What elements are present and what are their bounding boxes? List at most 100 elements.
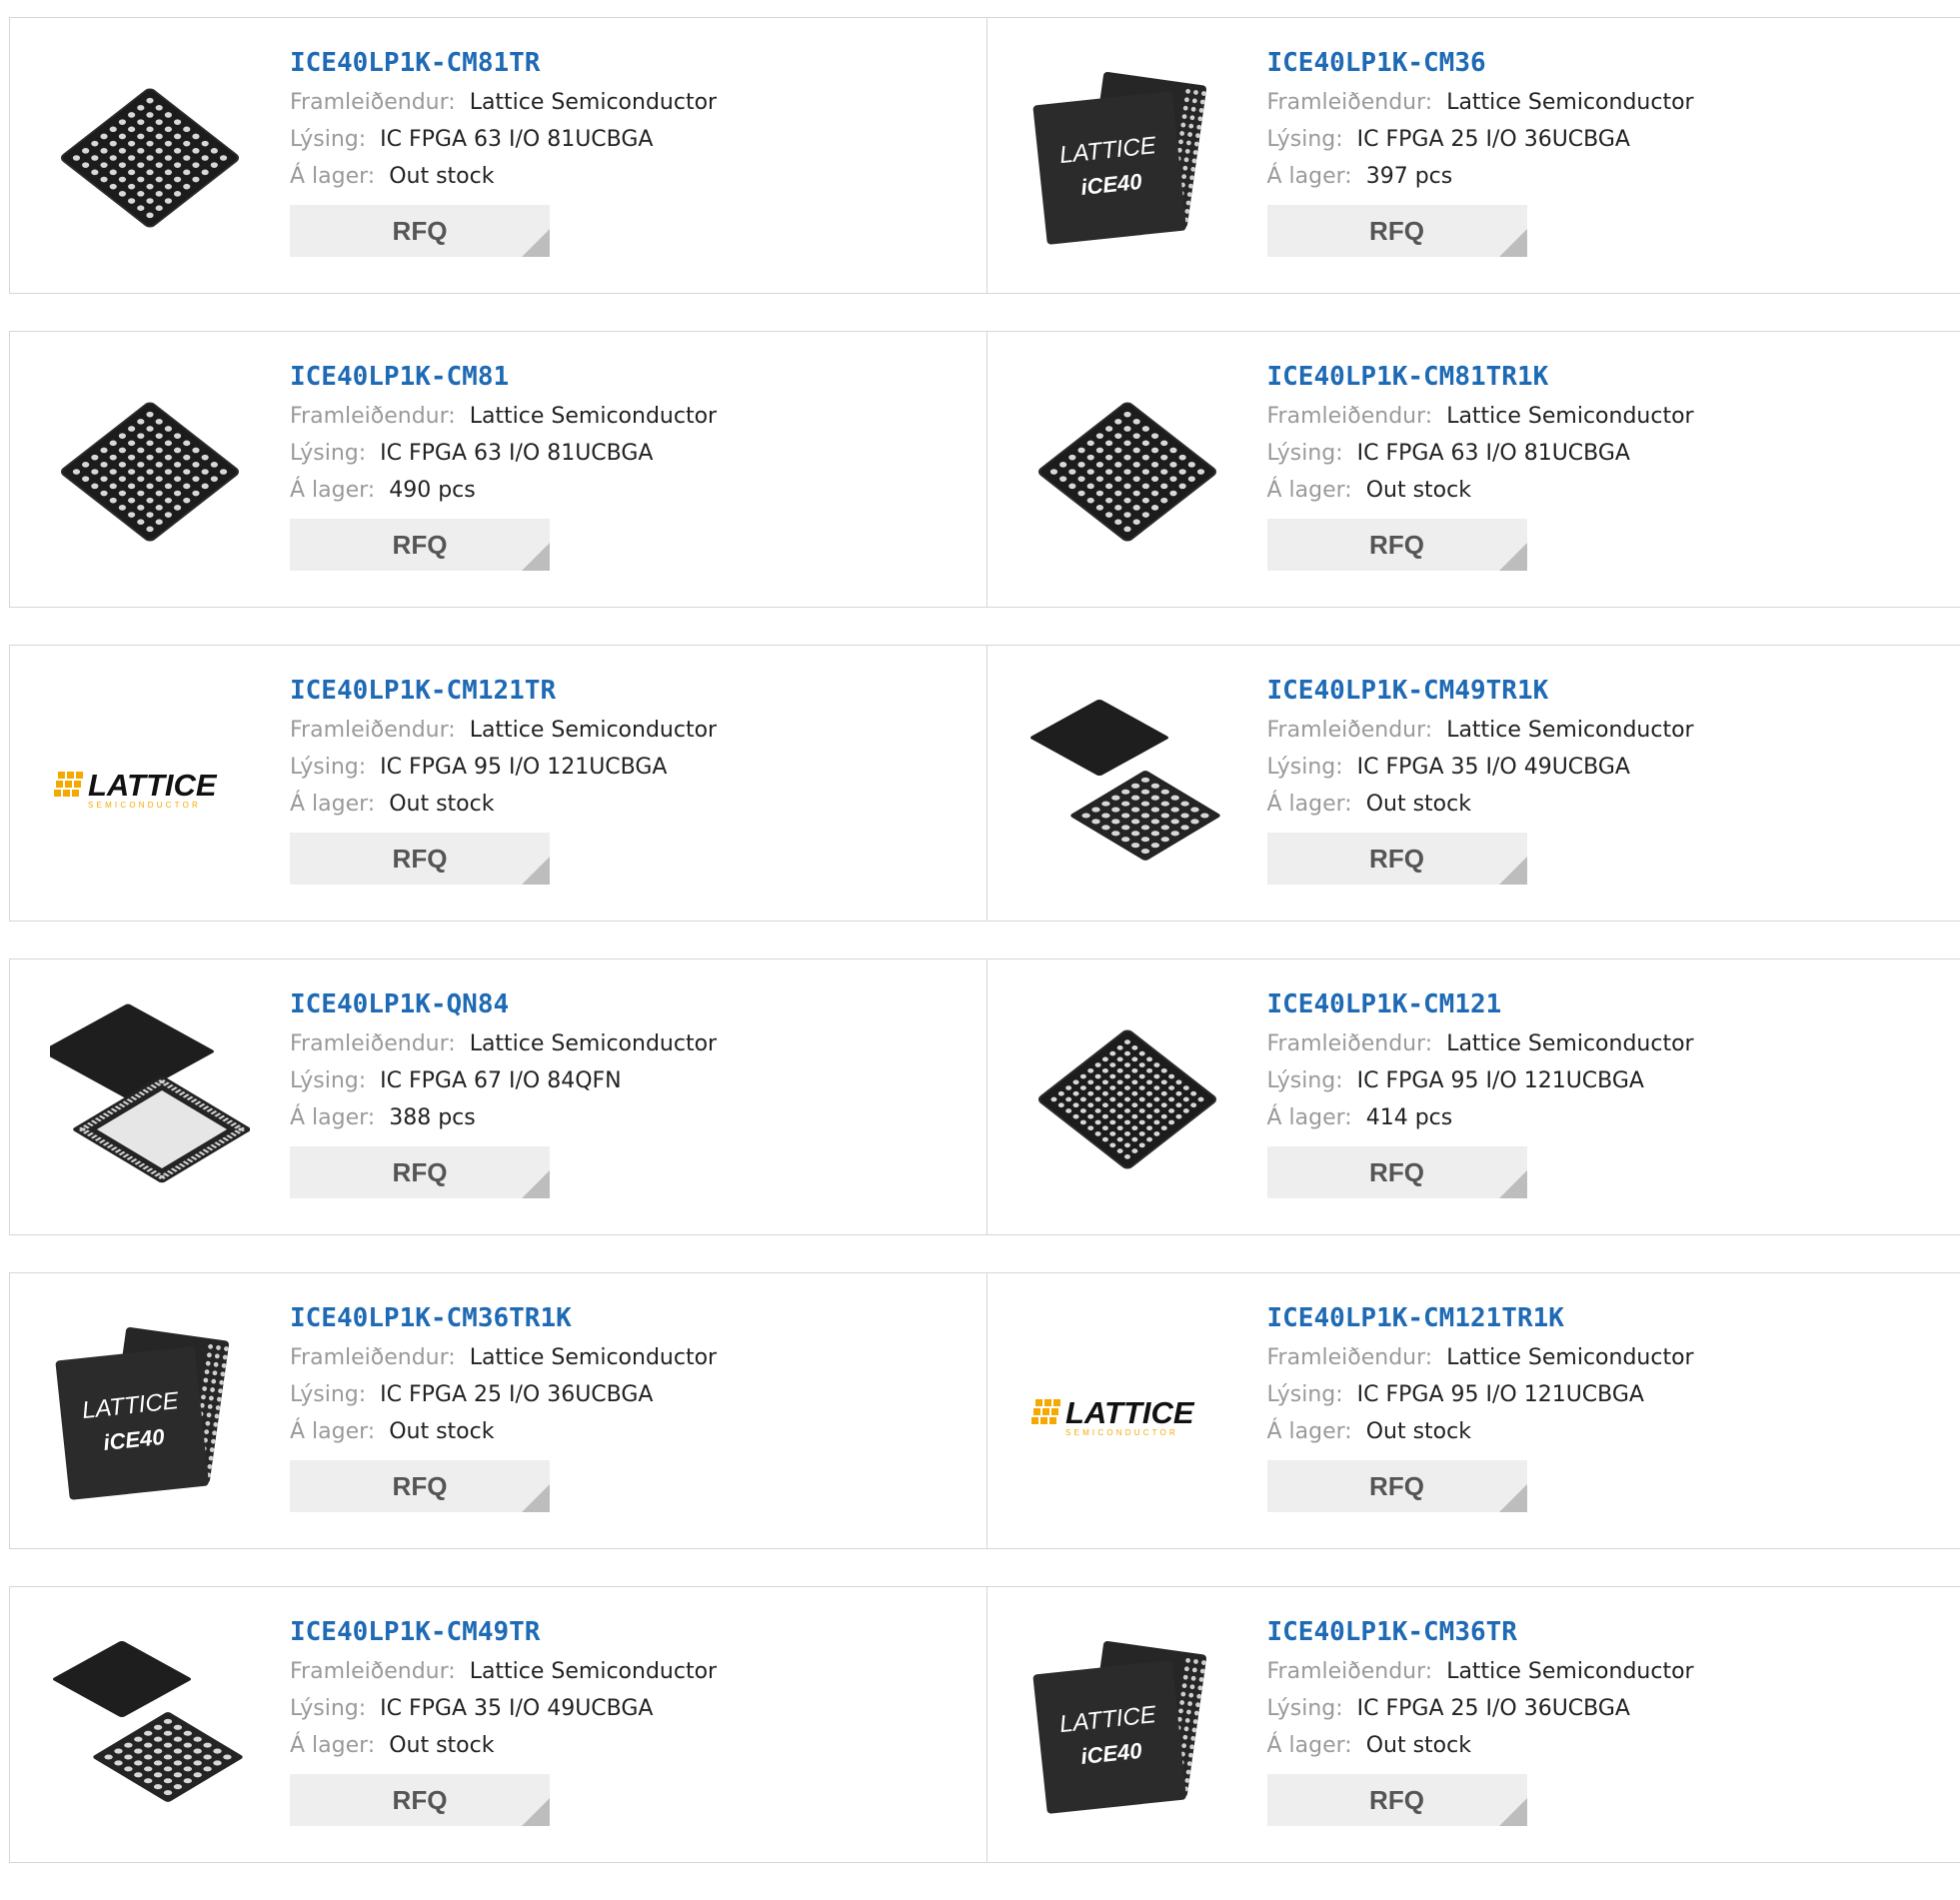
manufacturer-label: Framleiðendur: xyxy=(290,90,456,115)
description-label: Lýsing: xyxy=(290,441,366,466)
rfq-button[interactable]: RFQ xyxy=(290,519,550,571)
product-grid: ICE40LP1K-CM81TR Framleiðendur: Lattice S… xyxy=(9,17,1960,1900)
product-image[interactable] xyxy=(50,1627,250,1827)
rfq-button[interactable]: RFQ xyxy=(1267,1774,1527,1826)
stock-row: Á lager: Out stock xyxy=(290,786,717,823)
part-number-link[interactable]: ICE40LP1K-CM81 xyxy=(290,360,717,398)
product-card: LATTICEiCE40 ICE40LP1K-CM36TR Framleiðen… xyxy=(986,1587,1960,1862)
description-label: Lýsing: xyxy=(1267,1068,1343,1093)
stock-row: Á lager:Out stock xyxy=(1267,1413,1694,1450)
rfq-button[interactable]: RFQ xyxy=(1267,1146,1527,1198)
part-number-link[interactable]: ICE40LP1K-CM121TR xyxy=(290,674,717,712)
part-number-link[interactable]: ICE40LP1K-CM36TR xyxy=(1267,1615,1694,1653)
description-label: Lýsing: xyxy=(290,755,366,780)
product-image[interactable] xyxy=(50,58,250,258)
manufacturer-row: Framleiðendur:Lattice Semiconductor xyxy=(290,398,717,435)
stock-value: Out stock xyxy=(389,1733,494,1758)
rfq-button[interactable]: RFQ xyxy=(290,1774,550,1826)
product-info: ICE40LP1K-CM36TR Framleiðendur:Lattice S… xyxy=(1267,1615,1694,1826)
stock-value: Out stock xyxy=(1366,478,1471,503)
part-number-link[interactable]: ICE40LP1K-CM49TR xyxy=(290,1615,717,1653)
description-value: IC FPGA 63 I/O 81UCBGA xyxy=(1357,441,1630,466)
manufacturer-label: Framleiðendur: xyxy=(1267,90,1433,115)
logo-subtitle: SEMICONDUCTOR xyxy=(1065,1428,1178,1437)
rfq-button[interactable]: RFQ xyxy=(1267,519,1527,571)
lattice-logo: LATTICESEMICONDUCTOR xyxy=(1027,1313,1227,1513)
description-value: IC FPGA 35 I/O 49UCBGA xyxy=(380,1696,653,1721)
stock-row: Á lager:414 pcs xyxy=(1267,1099,1694,1136)
product-image[interactable] xyxy=(50,999,250,1199)
product-image[interactable] xyxy=(50,372,250,572)
rfq-label: RFQ xyxy=(1369,844,1424,874)
description-row: Lýsing:IC FPGA 25 I/O 36UCBGA xyxy=(1267,121,1694,158)
description-value: IC FPGA 67 I/O 84QFN xyxy=(380,1068,621,1093)
bga-package-icon xyxy=(50,58,250,258)
manufacturer-row: Framleiðendur:Lattice Semiconductor xyxy=(1267,84,1694,121)
description-row: Lýsing: IC FPGA 25 I/O 36UCBGA xyxy=(1267,1690,1694,1727)
stock-value: Out stock xyxy=(389,792,494,817)
rfq-corner-decoration xyxy=(522,857,550,885)
rfq-button[interactable]: RFQ xyxy=(290,1460,550,1512)
description-row: Lýsing:IC FPGA 95 I/O 121UCBGA xyxy=(1267,1376,1694,1413)
manufacturer-row: Framleiðendur:Lattice Semiconductor xyxy=(1267,398,1694,435)
rfq-label: RFQ xyxy=(393,1471,448,1501)
rfq-corner-decoration xyxy=(522,1484,550,1512)
product-image[interactable]: LATTICESEMICONDUCTOR xyxy=(50,686,250,886)
rfq-button[interactable]: RFQ xyxy=(1267,1460,1527,1512)
description-label: Lýsing: xyxy=(290,1696,366,1721)
rfq-label: RFQ xyxy=(1369,1471,1424,1501)
part-number-link[interactable]: ICE40LP1K-CM81TR1K xyxy=(1267,360,1694,398)
product-image[interactable]: LATTICEiCE40 xyxy=(50,1313,250,1513)
manufacturer-value: Lattice Semiconductor xyxy=(470,1345,717,1370)
product-image[interactable]: LATTICEiCE40 xyxy=(1027,1627,1227,1827)
ice40-chip-icon: LATTICEiCE40 xyxy=(1027,1627,1227,1827)
product-card: ICE40LP1K-CM49TR Framleiðendur:Lattice S… xyxy=(10,1587,986,1862)
logo-wordmark: LATTICE xyxy=(1065,1395,1195,1430)
part-number-link[interactable]: ICE40LP1K-CM36 xyxy=(1267,46,1694,84)
product-image[interactable] xyxy=(1027,686,1227,886)
product-image[interactable]: LATTICESEMICONDUCTOR xyxy=(1027,1313,1227,1513)
rfq-button[interactable]: RFQ xyxy=(1267,205,1527,257)
stock-label: Á lager: xyxy=(1267,478,1352,503)
rfq-label: RFQ xyxy=(1369,1157,1424,1187)
part-number-link[interactable]: ICE40LP1K-CM36TR1K xyxy=(290,1301,717,1339)
stock-row: Á lager:490 pcs xyxy=(290,472,717,509)
rfq-corner-decoration xyxy=(1499,1170,1527,1198)
stock-value: Out stock xyxy=(1366,1419,1471,1444)
product-row: ICE40LP1K-CM49TR Framleiðendur:Lattice S… xyxy=(9,1586,1960,1863)
manufacturer-row: Framleiðendur:Lattice Semiconductor xyxy=(290,1653,717,1690)
stock-value: Out stock xyxy=(389,164,494,189)
product-card: LATTICESEMICONDUCTOR ICE40LP1K-CM121TR F… xyxy=(10,646,986,921)
part-number-link[interactable]: ICE40LP1K-CM81TR xyxy=(290,46,717,84)
product-image[interactable] xyxy=(1027,372,1227,572)
rfq-corner-decoration xyxy=(1499,229,1527,257)
rfq-button[interactable]: RFQ xyxy=(1267,833,1527,885)
description-label: Lýsing: xyxy=(1267,1382,1343,1407)
part-number-link[interactable]: ICE40LP1K-CM121 xyxy=(1267,987,1694,1025)
product-info: ICE40LP1K-CM49TR Framleiðendur:Lattice S… xyxy=(290,1615,717,1826)
part-number-link[interactable]: ICE40LP1K-CM49TR1K xyxy=(1267,674,1694,712)
manufacturer-label: Framleiðendur: xyxy=(290,1345,456,1370)
product-image[interactable]: LATTICEiCE40 xyxy=(1027,58,1227,258)
product-image[interactable] xyxy=(1027,999,1227,1199)
manufacturer-label: Framleiðendur: xyxy=(1267,1345,1433,1370)
manufacturer-row: Framleiðendur: Lattice Semiconductor xyxy=(290,1339,717,1376)
manufacturer-value: Lattice Semiconductor xyxy=(1446,1345,1693,1370)
part-number-link[interactable]: ICE40LP1K-QN84 xyxy=(290,987,717,1025)
rfq-button[interactable]: RFQ xyxy=(290,833,550,885)
description-row: Lýsing:IC FPGA 67 I/O 84QFN xyxy=(290,1062,717,1099)
description-value: IC FPGA 25 I/O 36UCBGA xyxy=(1357,1696,1630,1721)
rfq-corner-decoration xyxy=(1499,1798,1527,1826)
part-number-link[interactable]: ICE40LP1K-CM121TR1K xyxy=(1267,1301,1694,1339)
rfq-button[interactable]: RFQ xyxy=(290,1146,550,1198)
rfq-button[interactable]: RFQ xyxy=(290,205,550,257)
stock-label: Á lager: xyxy=(290,792,375,817)
product-info: ICE40LP1K-CM121TR1K Framleiðendur: Lattic… xyxy=(1267,1301,1694,1512)
product-card: LATTICESEMICONDUCTOR ICE40LP1K-CM121TR1K… xyxy=(986,1273,1960,1548)
description-value: IC FPGA 95 I/O 121UCBGA xyxy=(380,755,667,780)
description-label: Lýsing: xyxy=(1267,127,1343,152)
description-label: Lýsing: xyxy=(1267,1696,1343,1721)
manufacturer-value: Lattice Semiconductor xyxy=(1446,718,1693,743)
manufacturer-label: Framleiðendur: xyxy=(290,718,456,743)
rfq-label: RFQ xyxy=(393,844,448,874)
